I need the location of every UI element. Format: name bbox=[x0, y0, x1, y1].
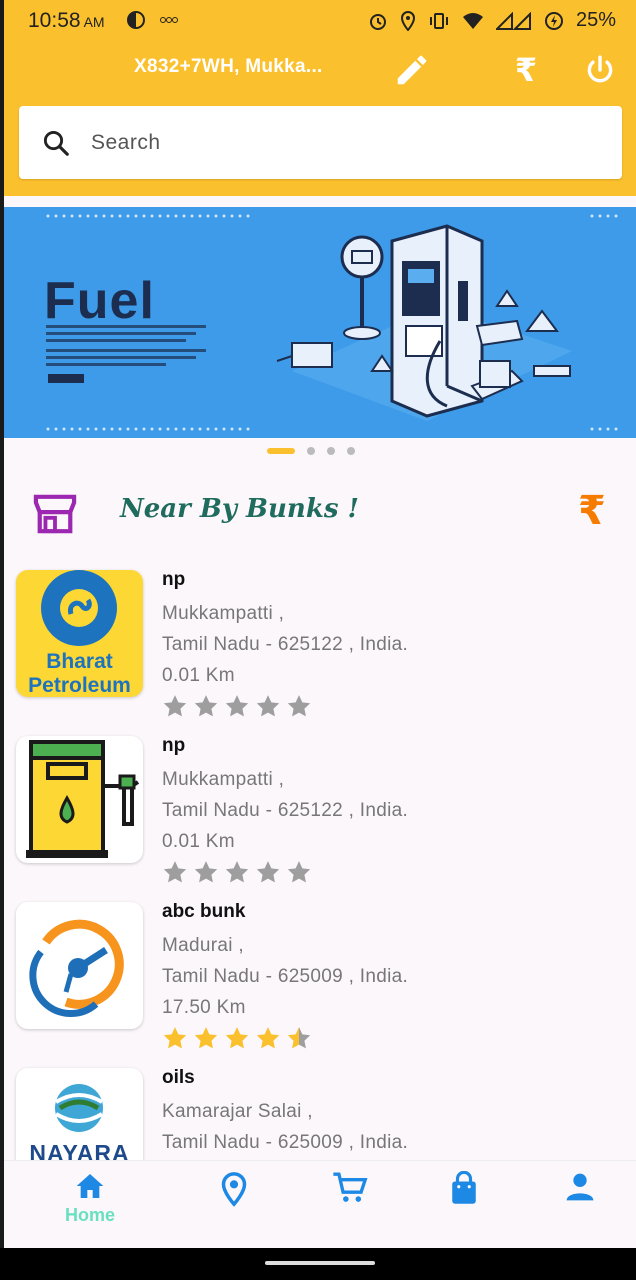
bunk-area: Madurai , bbox=[162, 935, 244, 956]
store-icon bbox=[33, 494, 77, 534]
list-item[interactable]: np Mukkampatti , Tamil Nadu - 625122 , I… bbox=[4, 728, 636, 888]
star-icon bbox=[163, 861, 187, 883]
fuel-nozzle-logo bbox=[16, 902, 143, 1029]
star-icon bbox=[225, 861, 249, 883]
cart-icon bbox=[333, 1172, 368, 1202]
star-icon bbox=[225, 1027, 249, 1049]
list-item[interactable]: abc bunk Madurai , Tamil Nadu - 625009 ,… bbox=[4, 894, 636, 1054]
nav-home-label: Home bbox=[64, 1205, 115, 1225]
location-status-icon bbox=[400, 10, 415, 31]
nav-cart[interactable] bbox=[310, 1171, 390, 1205]
nearby-section-header: Near By Bunks ! ₹ bbox=[4, 488, 636, 540]
status-bar: 10:58 AM 25% bbox=[4, 0, 636, 44]
star-icon bbox=[163, 695, 187, 717]
app-screen: 10:58 AM 25% X832+7WH, Mukka... ₹ Search… bbox=[4, 0, 636, 1248]
search-bar bbox=[19, 106, 622, 179]
bunk-distance: 17.50 Km bbox=[162, 997, 246, 1018]
bunk-area: Mukkampatti , bbox=[162, 603, 285, 624]
bunk-region: Tamil Nadu - 625122 , India. bbox=[162, 800, 409, 821]
star-icon bbox=[287, 695, 311, 717]
star-icon bbox=[256, 861, 280, 883]
carousel-dot[interactable] bbox=[307, 447, 315, 455]
fuel-pump-logo bbox=[16, 736, 143, 863]
nav-orders[interactable] bbox=[424, 1171, 504, 1205]
logo-text: Petroleum bbox=[28, 674, 131, 697]
bunk-name: np bbox=[162, 735, 186, 756]
system-nav-bar bbox=[0, 1248, 636, 1280]
search-icon bbox=[43, 130, 69, 156]
list-item[interactable]: Bharat Petroleum np Mukkampatti , Tamil … bbox=[4, 562, 636, 722]
rating-stars bbox=[162, 1025, 408, 1051]
banner-title: Fuel bbox=[44, 272, 155, 330]
search-input[interactable] bbox=[91, 126, 591, 160]
bharat-petroleum-logo: Bharat Petroleum bbox=[16, 570, 143, 697]
promo-banner[interactable]: Fuel bbox=[4, 207, 636, 438]
logo-text: Bharat bbox=[46, 650, 113, 673]
banner-dot-pattern bbox=[590, 214, 618, 218]
nav-home[interactable]: Home bbox=[50, 1171, 130, 1226]
star-icon bbox=[194, 861, 218, 883]
rupee-icon: ₹ bbox=[514, 52, 538, 88]
home-icon bbox=[76, 1174, 104, 1198]
edit-location-button[interactable] bbox=[390, 48, 434, 92]
bunk-area: Kamarajar Salai , bbox=[162, 1101, 313, 1122]
nav-profile[interactable] bbox=[540, 1171, 620, 1203]
battery-percent: 25% bbox=[575, 9, 616, 31]
star-icon bbox=[163, 1027, 187, 1049]
vibrate-icon bbox=[429, 12, 448, 29]
banner-text-lines bbox=[46, 325, 206, 383]
edit-icon bbox=[397, 55, 427, 85]
bunk-region: Tamil Nadu - 625009 , India. bbox=[162, 1132, 409, 1153]
star-icon bbox=[194, 1027, 218, 1049]
star-icon bbox=[194, 695, 218, 717]
rating-stars bbox=[162, 693, 408, 719]
notification-dots-icon bbox=[160, 17, 178, 23]
power-icon bbox=[587, 55, 613, 83]
star-icon bbox=[256, 695, 280, 717]
alarm-icon bbox=[369, 13, 386, 30]
status-time: 10:58 AM bbox=[28, 9, 105, 32]
carousel-dot-active[interactable] bbox=[267, 448, 295, 454]
wallet-button[interactable]: ₹ bbox=[504, 48, 548, 92]
bottom-navigation: Home bbox=[4, 1160, 636, 1248]
bunk-name: oils bbox=[162, 1067, 195, 1088]
battery-saver-icon bbox=[544, 11, 563, 30]
current-location[interactable]: X832+7WH, Mukka... bbox=[134, 56, 323, 78]
banner-dot-pattern bbox=[46, 214, 250, 218]
star-icon bbox=[256, 1027, 280, 1049]
person-icon bbox=[566, 1173, 594, 1201]
carousel-dot[interactable] bbox=[327, 447, 335, 455]
app-notification-icon bbox=[127, 11, 145, 29]
banner-dot-pattern bbox=[46, 427, 250, 431]
signal-icon bbox=[495, 11, 531, 30]
banner-dot-pattern bbox=[590, 427, 618, 431]
carousel-indicator bbox=[267, 447, 355, 455]
location-pin-icon bbox=[221, 1172, 247, 1207]
section-title: Near By Bunks ! bbox=[120, 494, 359, 524]
logout-button[interactable] bbox=[578, 48, 622, 92]
rating-stars bbox=[162, 859, 408, 885]
star-icon bbox=[287, 861, 311, 883]
bunk-distance: 0.01 Km bbox=[162, 831, 235, 852]
bunk-region: Tamil Nadu - 625009 , India. bbox=[162, 966, 409, 987]
wifi-icon bbox=[462, 12, 483, 29]
home-gesture-bar[interactable] bbox=[265, 1261, 375, 1265]
shopping-bag-icon bbox=[452, 1171, 476, 1204]
bunk-region: Tamil Nadu - 625122 , India. bbox=[162, 634, 409, 655]
bunk-name: abc bunk bbox=[162, 901, 246, 922]
app-header: X832+7WH, Mukka... ₹ bbox=[4, 44, 636, 100]
bunk-area: Mukkampatti , bbox=[162, 769, 285, 790]
nav-map[interactable] bbox=[194, 1171, 274, 1207]
carousel-dot[interactable] bbox=[347, 447, 355, 455]
fuel-station-illustration bbox=[276, 224, 572, 421]
star-icon bbox=[287, 1027, 311, 1049]
bunk-distance: 0.01 Km bbox=[162, 665, 235, 686]
rupee-icon[interactable]: ₹ bbox=[578, 488, 606, 534]
top-bar: 10:58 AM 25% X832+7WH, Mukka... ₹ bbox=[4, 0, 636, 196]
star-icon bbox=[225, 695, 249, 717]
bunk-name: np bbox=[162, 569, 186, 590]
